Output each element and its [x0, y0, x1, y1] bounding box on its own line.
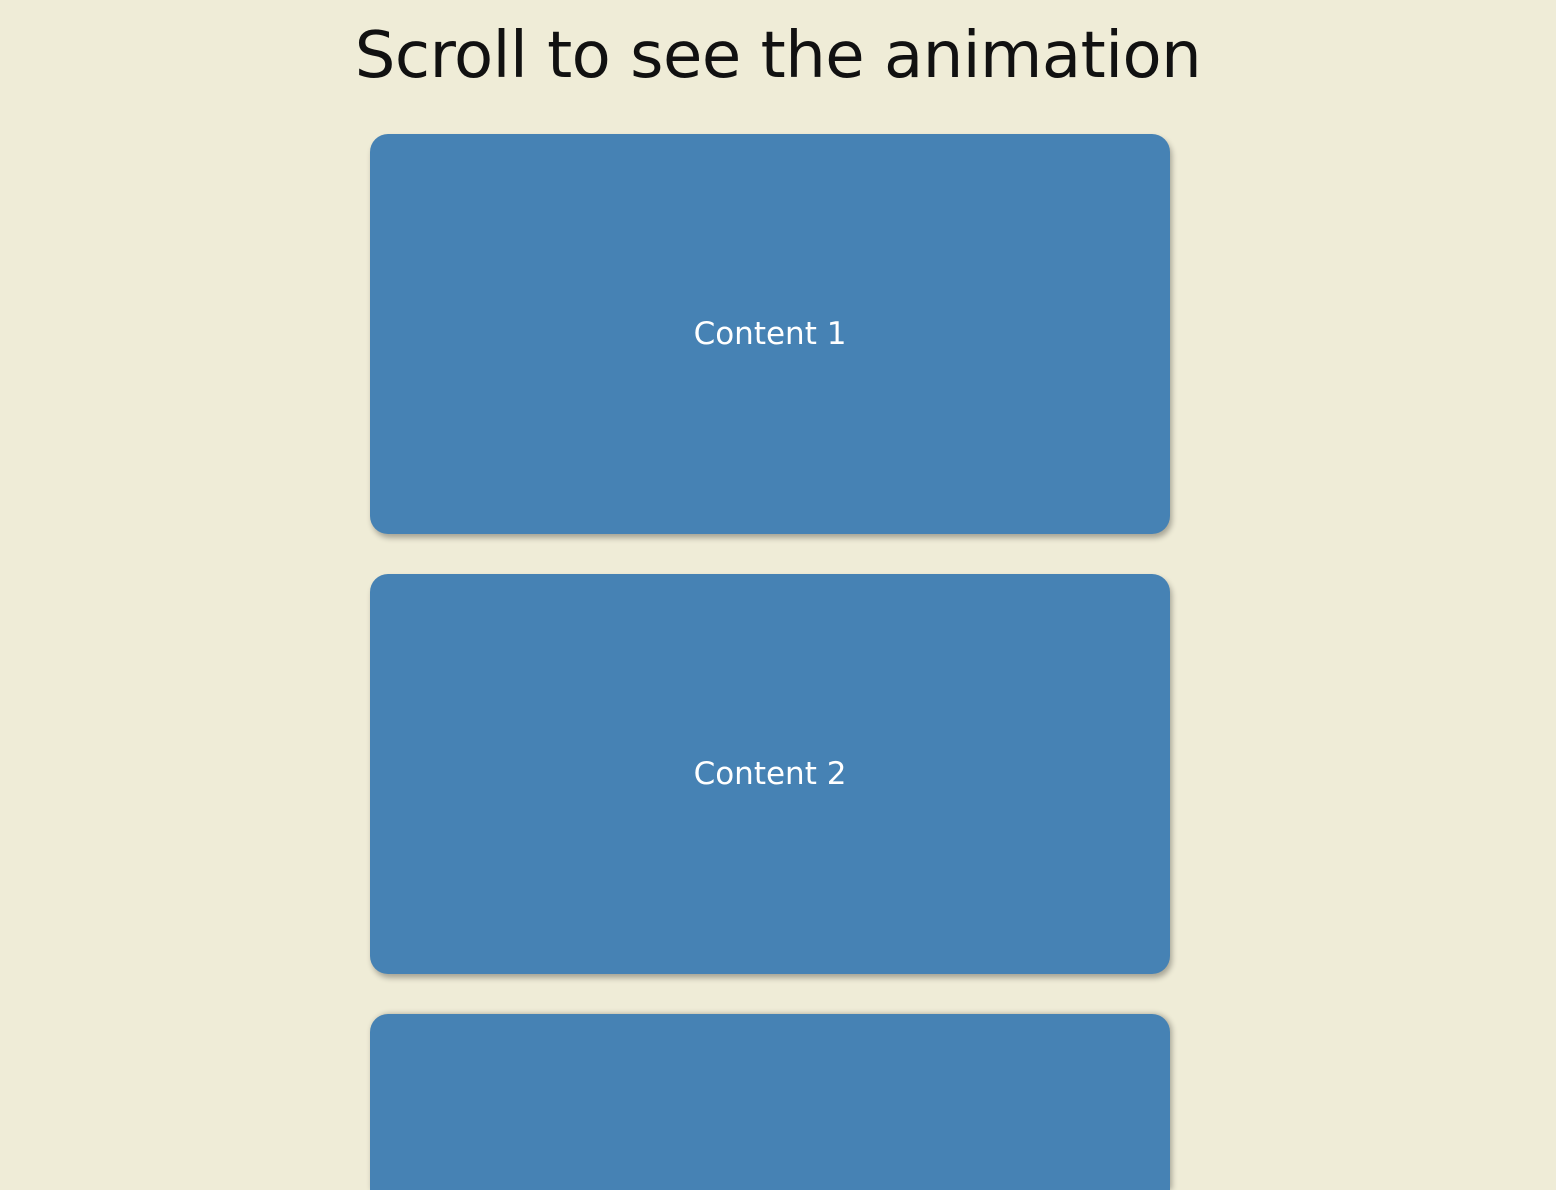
content-box-3 — [370, 1014, 1170, 1190]
content-box-label: Content 2 — [693, 756, 847, 792]
content-box-label: Content 1 — [693, 316, 847, 352]
page-title: Scroll to see the animation — [354, 19, 1202, 93]
content-box-1: Content 1 — [370, 134, 1170, 534]
content-box-2: Content 2 — [370, 574, 1170, 974]
